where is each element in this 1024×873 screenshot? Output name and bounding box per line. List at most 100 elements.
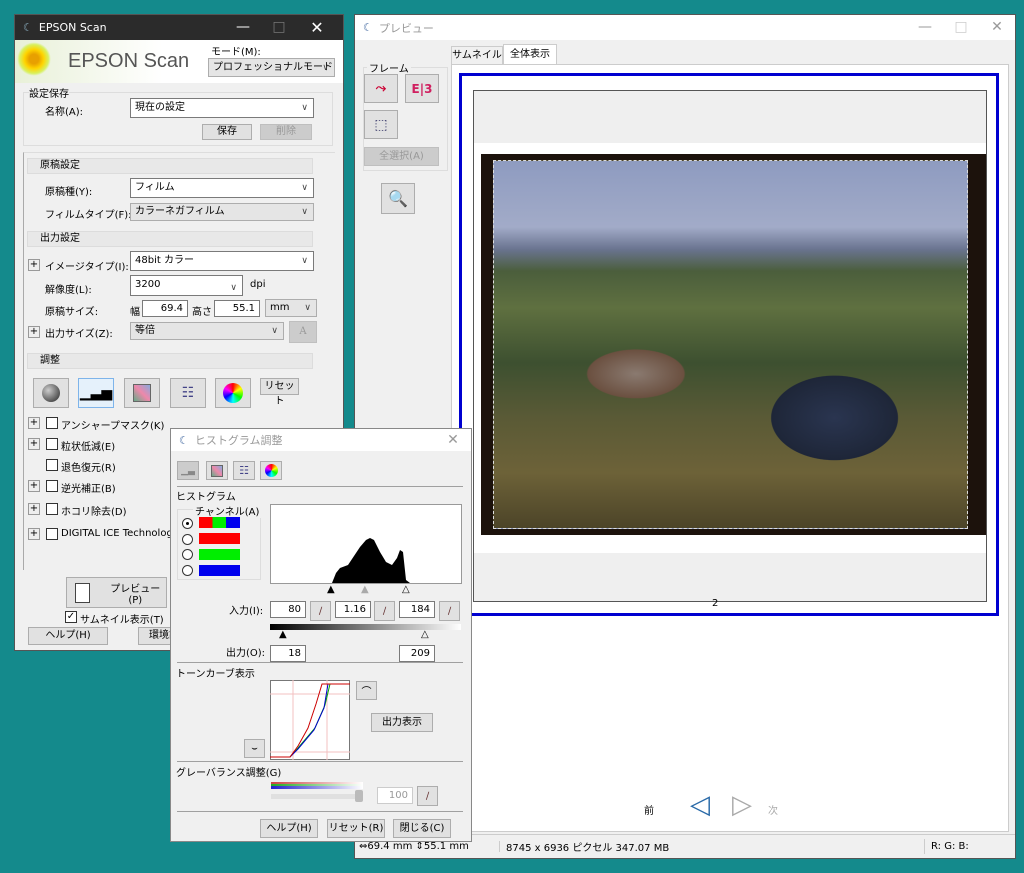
select-all-button[interactable]: 全選択(A) <box>364 147 439 166</box>
mode-select[interactable]: プロフェッショナルモード ∨ <box>208 58 335 77</box>
width-field[interactable]: 69.4 <box>142 300 188 317</box>
input-gamma-field[interactable]: 1.16 <box>335 601 371 618</box>
minimize-button[interactable]: — <box>225 15 261 40</box>
preview-button[interactable]: プレビュー(P) <box>66 577 167 608</box>
output-shadow-slider[interactable]: ▲ <box>279 629 287 640</box>
frame-split-button[interactable]: E|3 <box>405 74 439 103</box>
photo-image <box>493 160 968 529</box>
histogram-button[interactable]: ▁▃▅ <box>78 378 114 408</box>
shadow-eyedropper-button[interactable]: ∕ <box>310 601 331 621</box>
input-highlight-slider[interactable]: △ <box>402 584 410 595</box>
dialog-reset-button[interactable]: リセット(R) <box>327 819 385 838</box>
font-button[interactable]: A <box>289 321 317 343</box>
image-type-expand-button[interactable]: + <box>28 259 40 271</box>
name-select[interactable]: 現在の設定 ∨ <box>130 98 314 118</box>
preview-canvas[interactable]: 2 前 ◁ ▷ 次 <box>451 64 1009 832</box>
tone-curve-button[interactable] <box>124 378 160 408</box>
width-label: 幅 <box>130 307 140 318</box>
doc-type-select[interactable]: フィルム ∨ <box>130 178 314 198</box>
help-button[interactable]: ヘルプ(H) <box>28 627 108 645</box>
save-button[interactable]: 保存 <box>202 124 252 140</box>
adjust-reset-button[interactable]: リセット <box>260 378 299 407</box>
adjust-option-checkbox[interactable] <box>46 503 58 515</box>
output-size-expand-button[interactable]: + <box>28 326 40 338</box>
histogram-graph[interactable] <box>270 504 462 584</box>
adjust-option-label: アンシャープマスク(K) <box>61 421 165 432</box>
output-display-button[interactable]: 出力表示 <box>371 713 433 732</box>
gray-balance-label: グレーバランス調整(G) <box>176 768 282 779</box>
thumbnail-checkbox[interactable]: ✓ <box>65 611 77 623</box>
tab-thumbnail[interactable]: サムネイル <box>451 46 503 64</box>
adjust-option-checkbox[interactable] <box>46 417 58 429</box>
minimize-button[interactable]: — <box>907 15 943 40</box>
close-button[interactable]: ✕ <box>979 15 1015 40</box>
tab-full-view[interactable]: 全体表示 <box>503 44 557 65</box>
input-shadow-field[interactable]: 80 <box>270 601 306 618</box>
next-label: 次 <box>768 806 778 817</box>
shadow-curve-button[interactable]: ⌣ <box>244 739 265 758</box>
histogram-title: ヒストグラム調整 <box>194 434 283 447</box>
prev-frame-button[interactable]: ◁ <box>690 792 710 818</box>
name-value: 現在の設定 <box>135 102 185 113</box>
output-shadow-field[interactable]: 18 <box>270 645 306 662</box>
auto-detect-frame-button[interactable]: ⤳ <box>364 74 398 103</box>
erase-marquee-button[interactable]: ⬚ <box>364 110 398 139</box>
height-arrow-icon: ⇕ <box>415 841 424 852</box>
scanner-icon: ☾ <box>363 21 373 34</box>
color-palette-tab-icon[interactable] <box>260 461 282 480</box>
color-palette-button[interactable] <box>215 378 251 408</box>
scanned-photo[interactable] <box>481 154 986 535</box>
adjust-option-checkbox[interactable] <box>46 480 58 492</box>
adjust-option-checkbox[interactable] <box>46 528 58 540</box>
adjust-option-expand-button[interactable]: + <box>28 528 40 540</box>
adjust-option-checkbox[interactable] <box>46 459 58 471</box>
unit-value: mm <box>270 302 290 313</box>
banner: EPSON Scan モード(M): プロフェッショナルモード ∨ <box>15 40 343 83</box>
adjust-option-expand-button[interactable]: + <box>28 417 40 429</box>
next-frame-button[interactable]: ▷ <box>732 792 752 818</box>
channel-blue-radio[interactable] <box>182 565 193 576</box>
output-label: 出力(O): <box>226 648 266 659</box>
image-type-select[interactable]: 48bit カラー ∨ <box>130 251 314 271</box>
gray-balance-eyedropper-button[interactable]: ∕ <box>417 786 438 806</box>
input-gamma-slider[interactable]: ▲ <box>361 584 369 595</box>
chevron-down-icon: ∨ <box>322 63 329 73</box>
adjust-option-expand-button[interactable]: + <box>28 438 40 450</box>
tone-curve-tab-icon[interactable] <box>206 461 228 480</box>
gray-balance-slider[interactable] <box>355 790 363 802</box>
gray-balance-field[interactable]: 100 <box>377 787 413 804</box>
maximize-button[interactable]: □ <box>261 15 297 40</box>
zoom-preview-button[interactable]: 🔍 <box>381 183 415 214</box>
channel-red-radio[interactable] <box>182 534 193 545</box>
output-highlight-field[interactable]: 209 <box>399 645 435 662</box>
gamma-eyedropper-button[interactable]: ∕ <box>374 601 395 621</box>
output-highlight-slider[interactable]: △ <box>421 629 429 640</box>
maximize-button[interactable]: □ <box>943 15 979 40</box>
input-highlight-field[interactable]: 184 <box>399 601 435 618</box>
resolution-select[interactable]: 3200 ∨ <box>130 275 243 296</box>
image-adjust-button[interactable]: ☷ <box>170 378 206 408</box>
close-button[interactable]: ✕ <box>435 429 471 451</box>
close-button[interactable]: ✕ <box>299 15 335 40</box>
delete-button[interactable]: 削除 <box>260 124 312 140</box>
dialog-help-button[interactable]: ヘルプ(H) <box>260 819 318 838</box>
channel-rgb-radio[interactable] <box>182 518 193 529</box>
adjust-option-expand-button[interactable]: + <box>28 503 40 515</box>
height-field[interactable]: 55.1 <box>214 300 260 317</box>
channel-green-radio[interactable] <box>182 549 193 560</box>
highlight-curve-button[interactable]: ⌒ <box>356 681 377 700</box>
output-size-select[interactable]: 等倍 ∨ <box>130 322 284 340</box>
film-type-select[interactable]: カラーネガフィルム ∨ <box>130 203 314 221</box>
resolution-label: 解像度(L): <box>45 285 92 296</box>
adjust-option-checkbox[interactable] <box>46 438 58 450</box>
adjust-option-expand-button[interactable]: + <box>28 480 40 492</box>
color-wheel-icon <box>264 464 278 477</box>
adjust-option-label: 逆光補正(B) <box>61 484 116 495</box>
input-shadow-slider[interactable]: ▲ <box>327 584 335 595</box>
unit-select[interactable]: mm ∨ <box>265 299 317 317</box>
auto-exposure-button[interactable] <box>33 378 69 408</box>
highlight-eyedropper-button[interactable]: ∕ <box>439 601 460 621</box>
dialog-close-button[interactable]: 閉じる(C) <box>393 819 451 838</box>
image-adjust-tab-icon[interactable]: ☷ <box>233 461 255 480</box>
histogram-tab-icon[interactable]: ▁▃ <box>177 461 199 480</box>
